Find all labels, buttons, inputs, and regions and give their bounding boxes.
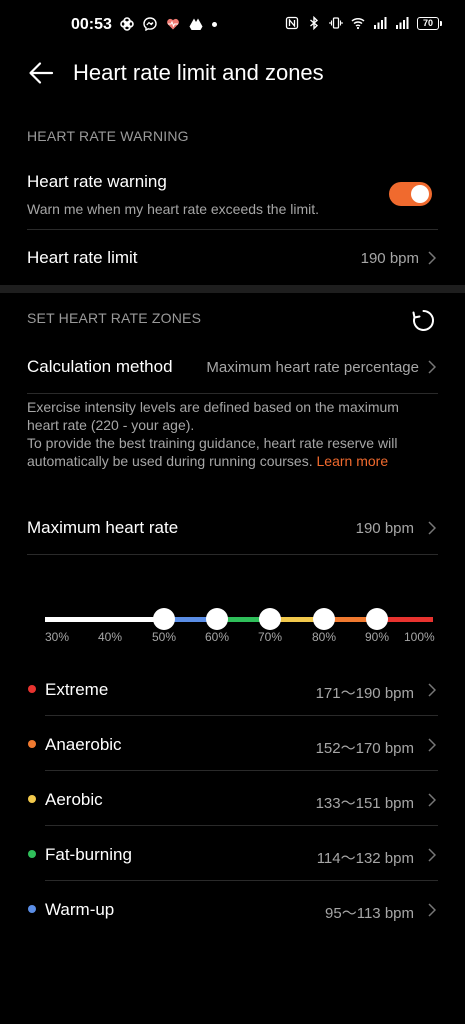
- chevron-right-icon: [428, 848, 436, 862]
- chevron-right-icon: [428, 738, 436, 752]
- divider: [45, 825, 438, 826]
- warning-title: Heart rate warning: [27, 172, 167, 191]
- zone-range: 152～170 bpm: [315, 740, 414, 757]
- chevron-right-icon: [428, 521, 436, 535]
- limit-title: Heart rate limit: [27, 248, 138, 267]
- signal-icon: [374, 17, 387, 29]
- zone-color-dot: [28, 850, 36, 858]
- status-left-icons: [120, 17, 217, 31]
- zone-range: 133～151 bpm: [315, 795, 414, 812]
- status-bar: 00:53 70: [0, 0, 465, 52]
- divider: [45, 880, 438, 881]
- zone-name: Aerobic: [45, 790, 103, 809]
- tick-label: 100%: [404, 630, 435, 644]
- zone-name: Fat-burning: [45, 845, 132, 864]
- slider-knob-50[interactable]: [153, 608, 175, 630]
- divider: [45, 770, 438, 771]
- battery-icon: 70: [417, 16, 442, 30]
- zone-color-dot: [28, 795, 36, 803]
- slider-knob-90[interactable]: [366, 608, 388, 630]
- zone-name: Warm-up: [45, 900, 115, 919]
- chevron-right-icon: [428, 683, 436, 697]
- limit-value: 190 bpm: [360, 250, 419, 267]
- divider: [27, 554, 438, 555]
- chevron-right-icon: [428, 251, 436, 265]
- signal-icon: [396, 17, 409, 29]
- track-segment-warmup-below: [45, 617, 164, 622]
- slider-knob-60[interactable]: [206, 608, 228, 630]
- zone-color-dot: [28, 685, 36, 693]
- warning-toggle[interactable]: [389, 182, 432, 206]
- section-label-warning: HEART RATE WARNING: [27, 128, 189, 144]
- divider: [27, 393, 438, 394]
- zone-name: Anaerobic: [45, 735, 122, 754]
- messenger-icon: [143, 17, 157, 31]
- health-icon: [167, 18, 179, 30]
- slider-knob-70[interactable]: [259, 608, 281, 630]
- vibrate-icon: [329, 17, 343, 29]
- tick-label: 50%: [152, 630, 177, 644]
- description-line-1: Exercise intensity levels are defined ba…: [27, 399, 399, 433]
- tick-label: 60%: [205, 630, 230, 644]
- slider-knob-80[interactable]: [313, 608, 335, 630]
- zone-name: Extreme: [45, 680, 109, 699]
- method-value: Maximum heart rate percentage: [206, 359, 419, 376]
- wifi-icon: [351, 17, 365, 30]
- divider: [27, 229, 438, 230]
- page-header: Heart rate limit and zones: [0, 52, 465, 96]
- zone-range: 171～190 bpm: [315, 685, 414, 702]
- tick-label: 30%: [45, 630, 70, 644]
- back-arrow-icon[interactable]: [26, 58, 56, 88]
- status-right-icons: 70: [285, 16, 442, 30]
- tick-label: 90%: [365, 630, 390, 644]
- learn-more-link[interactable]: Learn more: [317, 453, 389, 469]
- chevron-right-icon: [428, 903, 436, 917]
- warning-subtitle: Warn me when my heart rate exceeds the l…: [27, 201, 320, 217]
- notification-dot: [212, 21, 217, 27]
- zone-color-dot: [28, 740, 36, 748]
- tick-label: 70%: [258, 630, 283, 644]
- method-title: Calculation method: [27, 357, 173, 376]
- page-title: Heart rate limit and zones: [73, 60, 324, 85]
- reset-icon[interactable]: [411, 308, 436, 333]
- pinwheel-icon: [120, 17, 134, 31]
- zone-range: 114～132 bpm: [316, 850, 414, 867]
- status-time: 00:53: [71, 16, 112, 33]
- tick-label: 40%: [98, 630, 123, 644]
- section-label-zones: SET HEART RATE ZONES: [27, 310, 202, 326]
- section-divider: [0, 285, 465, 293]
- max-title: Maximum heart rate: [27, 518, 179, 537]
- divider: [45, 715, 438, 716]
- nfc-icon: [285, 16, 299, 30]
- zones-description: Exercise intensity levels are defined ba…: [27, 398, 427, 470]
- drive-icon: [189, 18, 203, 30]
- bluetooth-icon: [310, 16, 319, 30]
- max-value: 190 bpm: [355, 520, 414, 537]
- tick-label: 80%: [312, 630, 337, 644]
- zone-color-dot: [28, 905, 36, 913]
- chevron-right-icon: [428, 360, 436, 374]
- chevron-right-icon: [428, 793, 436, 807]
- toggle-knob: [411, 185, 429, 203]
- zone-slider[interactable]: [45, 608, 433, 630]
- zone-range: 95～113 bpm: [325, 905, 414, 922]
